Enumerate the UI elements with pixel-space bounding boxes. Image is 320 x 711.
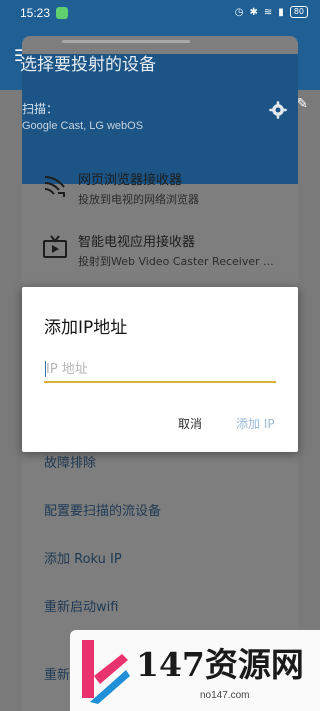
notification-icon [56, 7, 68, 19]
watermark-text: 147资源网 [136, 645, 304, 684]
sheet-handle[interactable] [62, 40, 190, 43]
menu-item-restart-wifi[interactable]: 重新启动wifi [22, 584, 298, 632]
signal-icon: ▮ [278, 6, 284, 18]
dialog-title: 添加IP地址 [44, 318, 128, 338]
bluetooth-icon: ✱ [249, 6, 258, 18]
add-ip-button[interactable]: 添加 IP [236, 415, 275, 432]
watermark-logo [82, 640, 130, 704]
cancel-button[interactable]: 取消 [178, 415, 202, 432]
tv-icon [43, 235, 67, 258]
receiver-smart-tv[interactable]: 智能电视应用接收器 投射到Web Video Caster Receiver .… [22, 217, 298, 277]
receiver-subtitle: 投放到电视的网络浏览器 [78, 193, 199, 206]
battery-icon: 80 [289, 6, 308, 18]
receiver-title: 智能电视应用接收器 [78, 235, 196, 250]
web-wave-icon [44, 176, 65, 197]
scan-value: Google Cast, LG webOS [22, 120, 144, 132]
ip-address-input[interactable] [44, 357, 276, 383]
gear-icon[interactable] [268, 100, 288, 120]
watermark-url: no147.com [200, 690, 250, 701]
wifi-icon: ≋ [263, 6, 273, 18]
alarm-icon: ◷ [234, 6, 244, 18]
receiver-web-browser[interactable]: 网页浏览器接收器 投放到电视的网络浏览器 [22, 155, 298, 215]
menu-item-partial[interactable]: 重新 [44, 664, 70, 683]
receiver-subtitle: 投射到Web Video Caster Receiver ... [78, 255, 274, 268]
sheet-title: 选择要投射的设备 [20, 55, 156, 75]
watermark: 147资源网 no147.com [70, 630, 320, 711]
menu-item-add-roku-ip[interactable]: 添加 Roku IP [22, 536, 298, 584]
text-cursor [45, 361, 46, 377]
receiver-title: 网页浏览器接收器 [78, 173, 183, 188]
edit-icon[interactable]: ✎ [296, 96, 308, 112]
status-time: 15:23 [20, 6, 51, 20]
status-bar: 15:23 ◷ ✱ ≋ ▮ 80 [0, 0, 320, 28]
options-list: 故障排除 配置要扫描的流设备 添加 Roku IP 重新启动wifi [22, 440, 298, 632]
status-icons: ◷ ✱ ≋ ▮ 80 [235, 6, 308, 18]
scan-label: 扫描： [22, 102, 59, 116]
add-ip-dialog: 添加IP地址 取消 添加 IP [22, 287, 298, 452]
menu-item-configure-devices[interactable]: 配置要扫描的流设备 [22, 488, 298, 536]
